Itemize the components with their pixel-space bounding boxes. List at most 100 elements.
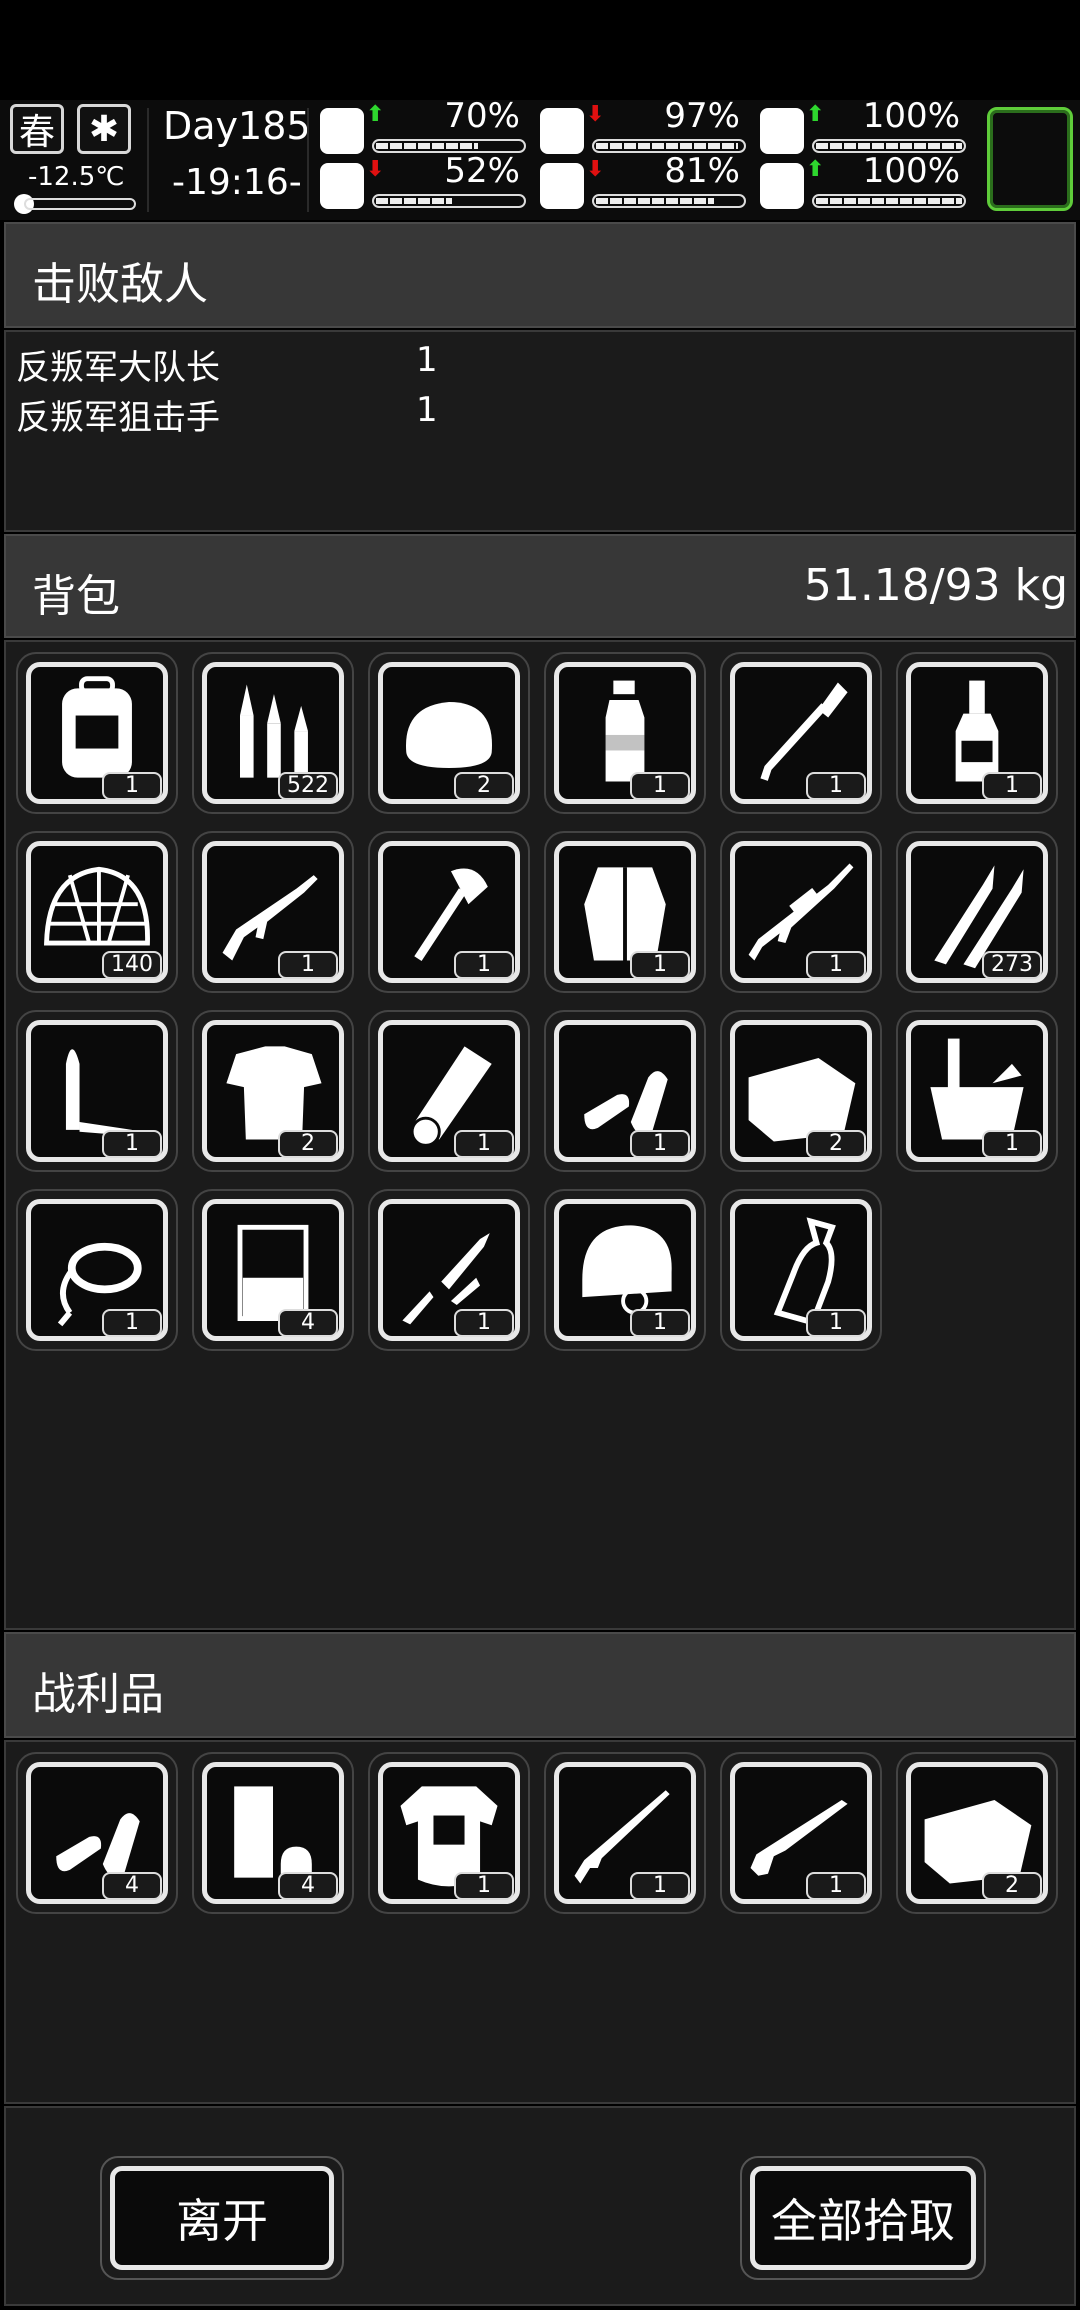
stat-bar — [812, 194, 966, 208]
item-slot[interactable]: 2 — [720, 1010, 882, 1172]
item-quantity: 2 — [806, 1130, 866, 1158]
item-slot[interactable]: 1 — [16, 652, 178, 814]
season-badge: 春 — [10, 104, 64, 154]
heart-icon — [760, 163, 804, 209]
item-slot[interactable]: 1 — [16, 1010, 178, 1172]
item-quantity: 1 — [806, 1872, 866, 1900]
take-all-button[interactable]: 全部拾取 — [740, 2156, 986, 2280]
item-slot[interactable]: 2 — [192, 1010, 354, 1172]
defeated-header: 击败敌人 — [4, 222, 1076, 328]
item-slot[interactable]: 1 — [544, 831, 706, 993]
defeated-list: 反叛军大队长 1 反叛军狙击手 1 — [4, 330, 1076, 532]
item-slot[interactable]: 1 — [720, 652, 882, 814]
item-slot[interactable]: 1 — [368, 1189, 530, 1351]
item-quantity: 1 — [982, 772, 1042, 800]
item-slot[interactable]: 4 — [192, 1189, 354, 1351]
item-slot[interactable]: 1 — [368, 1752, 530, 1914]
item-slot[interactable]: 1 — [720, 831, 882, 993]
trend-up-icon: ⬆ — [366, 102, 385, 127]
backpack-header: 背包 51.18/93 kg — [4, 534, 1076, 638]
item-quantity: 1 — [630, 1309, 690, 1337]
loot-title: 战利品 — [32, 1669, 164, 1720]
stat-value: 100% — [862, 151, 960, 191]
item-slot[interactable]: 273 — [896, 831, 1058, 993]
stat-value: 52% — [444, 151, 520, 191]
item-slot[interactable]: 1 — [16, 1189, 178, 1351]
status-bar: 春 ✱ -12.5℃ Day185 -19:16- ⬆ 70% ⬇ 97% ⬆ 100% ⬇… — [0, 96, 1080, 220]
item-slot[interactable]: 1 — [192, 831, 354, 993]
item-quantity: 1 — [806, 951, 866, 979]
item-quantity: 4 — [102, 1872, 162, 1900]
item-slot[interactable]: 140 — [16, 831, 178, 993]
leave-button[interactable]: 离开 — [100, 2156, 344, 2280]
item-quantity: 1 — [454, 951, 514, 979]
item-quantity: 1 — [806, 1309, 866, 1337]
item-quantity: 140 — [102, 951, 162, 979]
pill-icon — [760, 108, 804, 154]
stat-value: 81% — [664, 151, 740, 191]
item-quantity: 1 — [806, 772, 866, 800]
stat-value: 97% — [664, 96, 740, 136]
enemy-name: 反叛军大队长 — [16, 348, 220, 388]
item-quantity: 522 — [278, 772, 338, 800]
trend-down-icon: ⬇ — [366, 157, 385, 182]
item-slot[interactable]: 1 — [544, 1189, 706, 1351]
item-slot[interactable]: 1 — [368, 1010, 530, 1172]
enemy-count: 1 — [416, 390, 438, 430]
temperature-label: -12.5℃ — [28, 162, 125, 192]
item-slot[interactable]: 522 — [192, 652, 354, 814]
item-quantity: 1 — [102, 1309, 162, 1337]
enemy-row: 反叛军狙击手 1 — [16, 390, 438, 439]
item-quantity: 273 — [982, 951, 1042, 979]
leave-button-label: 离开 — [110, 2166, 334, 2270]
item-slot[interactable]: 1 — [368, 831, 530, 993]
stomach-icon — [540, 108, 584, 154]
item-slot[interactable]: 4 — [16, 1752, 178, 1914]
take-all-button-label: 全部拾取 — [750, 2166, 976, 2270]
item-slot[interactable]: 1 — [544, 1010, 706, 1172]
item-quantity: 2 — [278, 1130, 338, 1158]
trend-down-icon: ⬇ — [586, 102, 605, 127]
item-slot[interactable]: 1 — [544, 652, 706, 814]
stat-mood: ⬆ 100% — [760, 96, 970, 157]
item-slot[interactable]: 1 — [896, 1010, 1058, 1172]
medkit-icon — [320, 108, 364, 154]
backpack-grid: 1 522 2 1 1 1 140 1 1 1 1 273 1 2 1 1 2 1 1 4 1 1 1 — [4, 640, 1076, 1630]
item-slot[interactable]: 1 — [720, 1189, 882, 1351]
loot-header: 战利品 — [4, 1632, 1076, 1738]
day-counter: Day185 — [163, 104, 311, 148]
item-quantity: 1 — [102, 772, 162, 800]
item-slot[interactable]: 1 — [896, 652, 1058, 814]
action-bar: 离开 全部拾取 — [4, 2106, 1076, 2306]
temperature-bar — [24, 198, 136, 210]
stat-value: 100% — [862, 96, 960, 136]
item-slot[interactable]: 1 — [720, 1752, 882, 1914]
defeated-title: 击败敌人 — [32, 259, 208, 310]
item-quantity: 2 — [454, 772, 514, 800]
stat-stamina: ⬇ 52% — [320, 151, 530, 212]
item-quantity: 1 — [630, 1872, 690, 1900]
divider — [307, 108, 309, 212]
item-slot[interactable]: 1 — [544, 1752, 706, 1914]
stat-thirst: ⬇ 81% — [540, 151, 750, 212]
item-quantity: 4 — [278, 1872, 338, 1900]
item-quantity: 2 — [982, 1872, 1042, 1900]
enemy-name: 反叛军狙击手 — [16, 398, 220, 438]
stat-bar — [372, 194, 526, 208]
item-quantity: 1 — [630, 951, 690, 979]
trend-up-icon: ⬆ — [806, 157, 825, 182]
foot-icon — [320, 163, 364, 209]
item-slot[interactable]: 2 — [896, 1752, 1058, 1914]
equipment-slot[interactable] — [987, 107, 1073, 211]
trend-down-icon: ⬇ — [586, 157, 605, 182]
item-quantity: 4 — [278, 1309, 338, 1337]
item-quantity: 1 — [454, 1130, 514, 1158]
snowflake-icon: ✱ — [77, 104, 131, 154]
item-slot[interactable]: 4 — [192, 1752, 354, 1914]
backpack-title: 背包 — [32, 571, 120, 622]
stat-heart: ⬆ 100% — [760, 151, 970, 212]
item-slot[interactable]: 2 — [368, 652, 530, 814]
enemy-row: 反叛军大队长 1 — [16, 340, 438, 389]
water-drop-icon — [540, 163, 584, 209]
loot-grid: 4 4 1 1 1 2 — [4, 1740, 1076, 2104]
